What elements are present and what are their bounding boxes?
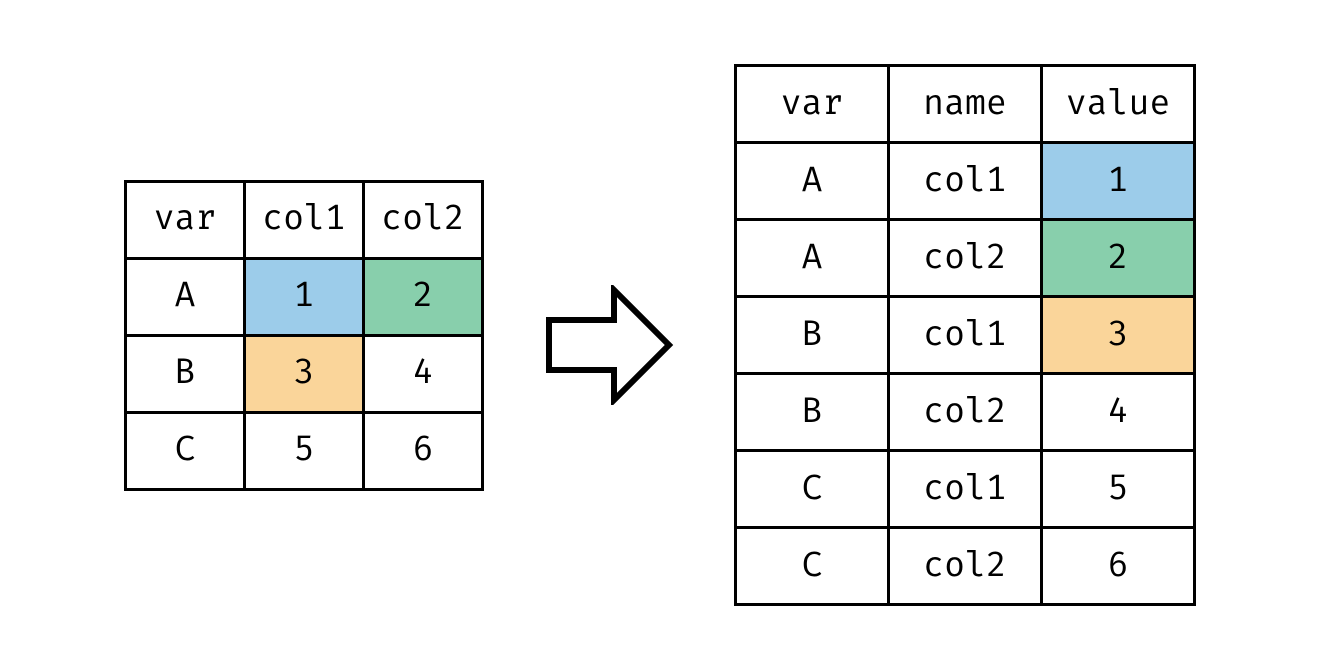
- transform-arrow-icon: [544, 265, 674, 405]
- wide-table: var col1 col2 A 1 2 B 3 4 C 5 6: [124, 180, 484, 491]
- long-var-cell: A: [736, 143, 889, 220]
- long-var-cell: B: [736, 297, 889, 374]
- long-value-cell: 1: [1042, 143, 1195, 220]
- wide-col2-cell: 2: [364, 258, 483, 335]
- table-row: A col1 1: [736, 143, 1195, 220]
- table-row: C col2 6: [736, 528, 1195, 605]
- long-name-cell: col2: [889, 374, 1042, 451]
- long-header-row: var name value: [736, 66, 1195, 143]
- table-row: C col1 5: [736, 451, 1195, 528]
- long-var-cell: A: [736, 220, 889, 297]
- wide-col2-cell: 6: [364, 412, 483, 489]
- long-table: var name value A col1 1 A col2 2 B col1 …: [734, 64, 1196, 606]
- table-row: A col2 2: [736, 220, 1195, 297]
- wide-header-col1: col1: [245, 181, 364, 258]
- long-name-cell: col2: [889, 528, 1042, 605]
- long-name-cell: col2: [889, 220, 1042, 297]
- table-row: B 3 4: [126, 335, 483, 412]
- long-name-cell: col1: [889, 451, 1042, 528]
- long-var-cell: C: [736, 528, 889, 605]
- wide-col1-cell: 5: [245, 412, 364, 489]
- table-row: A 1 2: [126, 258, 483, 335]
- wide-var-cell: B: [126, 335, 245, 412]
- long-name-cell: col1: [889, 143, 1042, 220]
- long-var-cell: C: [736, 451, 889, 528]
- long-header-value: value: [1042, 66, 1195, 143]
- table-row: B col2 4: [736, 374, 1195, 451]
- long-value-cell: 4: [1042, 374, 1195, 451]
- long-header-name: name: [889, 66, 1042, 143]
- long-header-var: var: [736, 66, 889, 143]
- table-row: C 5 6: [126, 412, 483, 489]
- wide-header-var: var: [126, 181, 245, 258]
- table-row: B col1 3: [736, 297, 1195, 374]
- wide-var-cell: A: [126, 258, 245, 335]
- wide-header-col2: col2: [364, 181, 483, 258]
- long-value-cell: 6: [1042, 528, 1195, 605]
- long-value-cell: 5: [1042, 451, 1195, 528]
- wide-header-row: var col1 col2: [126, 181, 483, 258]
- long-value-cell: 3: [1042, 297, 1195, 374]
- wide-col2-cell: 4: [364, 335, 483, 412]
- wide-var-cell: C: [126, 412, 245, 489]
- wide-col1-cell: 1: [245, 258, 364, 335]
- long-value-cell: 2: [1042, 220, 1195, 297]
- wide-col1-cell: 3: [245, 335, 364, 412]
- long-var-cell: B: [736, 374, 889, 451]
- long-name-cell: col1: [889, 297, 1042, 374]
